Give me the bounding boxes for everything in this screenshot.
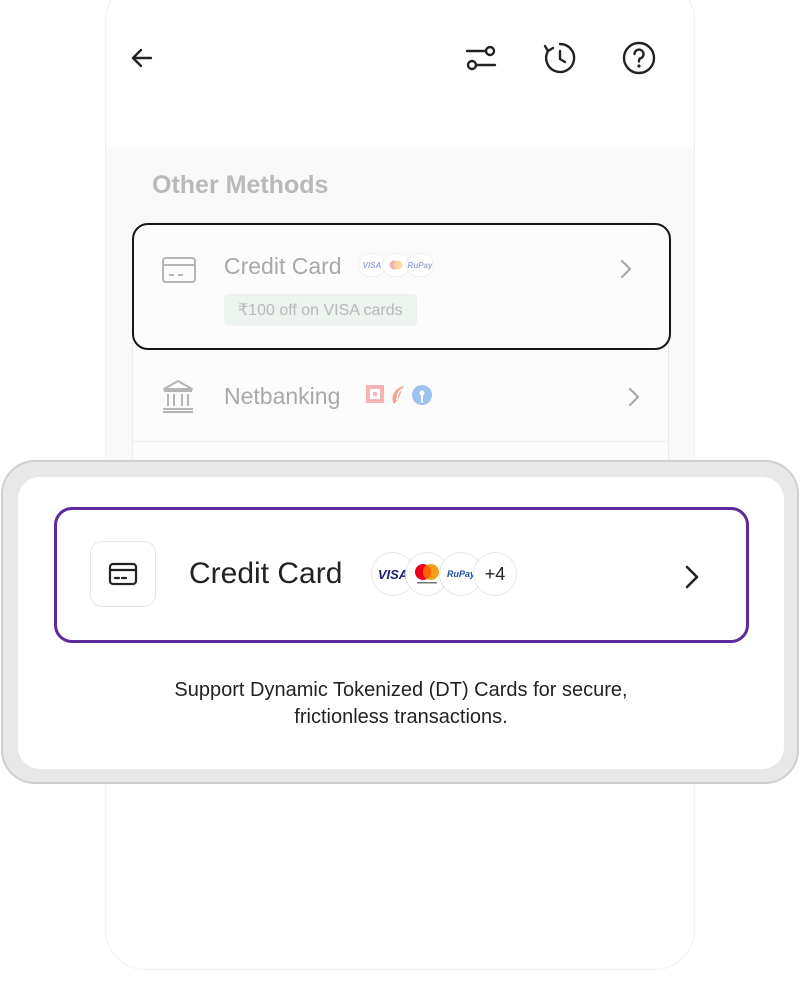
back-button[interactable] [122, 38, 162, 78]
offer-tag: ₹100 off on VISA cards [224, 294, 417, 326]
help-button[interactable] [619, 38, 659, 78]
card-network-badges: VISA RuPay [358, 253, 434, 277]
chevron-right-icon [682, 563, 702, 596]
sliders-icon [465, 45, 497, 71]
netbanking-option[interactable]: Netbanking [152, 372, 662, 432]
history-button[interactable] [540, 38, 580, 78]
credit-card-icon [161, 255, 197, 290]
description-line-2: frictionless transactions. [294, 706, 508, 728]
credit-card-icon-box [90, 541, 156, 607]
hdfc-logo-icon [366, 385, 384, 403]
callout-card: Credit Card VISA RuPay +4 Support Dynami… [18, 477, 784, 769]
top-bar [0, 0, 800, 120]
arrow-left-icon [131, 48, 153, 68]
chevron-right-icon [618, 258, 634, 285]
icici-logo-icon [392, 386, 404, 404]
credit-card-option[interactable]: Credit Card VISA RuPay +4 [54, 507, 749, 643]
sbi-logo-icon [412, 385, 432, 405]
more-networks-badge: +4 [473, 552, 517, 596]
feature-callout: Credit Card VISA RuPay +4 Support Dynami… [1, 460, 799, 784]
card-network-badges: VISA RuPay +4 [371, 552, 517, 596]
screen: Other Methods Credit Card VISA RuPay ₹10… [0, 0, 800, 991]
credit-card-label: Credit Card [189, 557, 343, 590]
clock-history-icon [543, 42, 576, 74]
netbanking-label: Netbanking [224, 383, 341, 409]
filter-button[interactable] [461, 38, 501, 78]
credit-card-icon [108, 562, 138, 586]
bank-icon [161, 378, 195, 419]
rupay-logo: RuPay [406, 253, 434, 277]
credit-card-label: Credit Card [224, 253, 342, 279]
description-line-1: Support Dynamic Tokenized (DT) Cards for… [174, 679, 628, 701]
section-title: Other Methods [152, 171, 329, 199]
divider [132, 441, 669, 442]
credit-card-option-faded[interactable]: Credit Card VISA RuPay ₹100 off on VISA … [132, 223, 671, 350]
bank-logos [365, 384, 433, 406]
chevron-right-icon [626, 386, 642, 413]
feature-description: Support Dynamic Tokenized (DT) Cards for… [18, 677, 784, 731]
question-circle-icon [622, 41, 656, 75]
other-methods-section: Other Methods Credit Card VISA RuPay ₹10… [106, 147, 694, 537]
